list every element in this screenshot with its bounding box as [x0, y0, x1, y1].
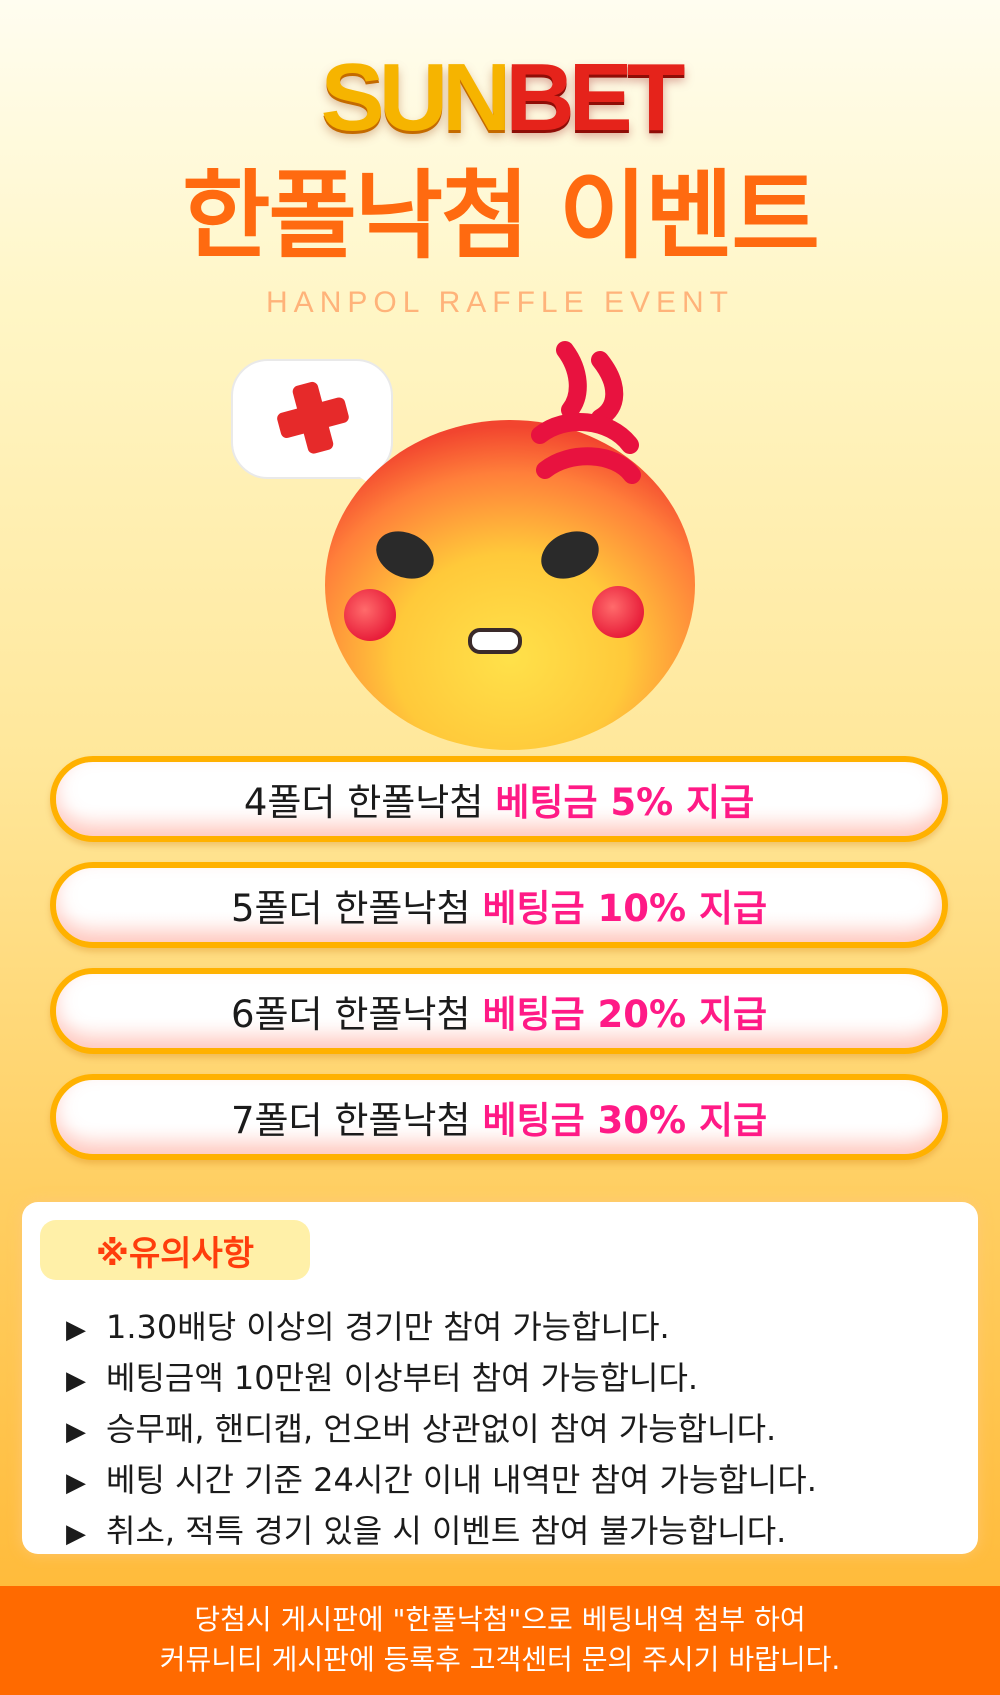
notice-text: 승무패, 핸디캡, 언오버 상관없이 참여 가능합니다. — [106, 1410, 777, 1448]
event-title: 한폴낙첨 이벤트 — [182, 160, 820, 272]
sunbet-logo: SUNBET — [0, 50, 1000, 146]
footer-line-2: 커뮤니티 게시판에 등록후 고객센터 문의 주시기 바랍니다. — [159, 1643, 841, 1676]
tier-reward: 베팅금 10% 지급 — [482, 887, 768, 930]
notice-item: ▶ 1.30배당 이상의 경기만 참여 가능합니다. — [66, 1302, 817, 1353]
bullet-arrow-icon: ▶ — [66, 1417, 86, 1447]
tier-reward: 베팅금 30% 지급 — [482, 1099, 768, 1142]
notice-item: ▶ 베팅금액 10만원 이상부터 참여 가능합니다. — [66, 1353, 817, 1404]
anger-symbol-icon — [531, 341, 641, 484]
tier-reward: 베팅금 20% 지급 — [482, 993, 768, 1036]
notice-text: 취소, 적특 경기 있을 시 이벤트 참여 불가능합니다. — [106, 1512, 787, 1550]
bullet-arrow-icon: ▶ — [66, 1366, 86, 1396]
tier-7-fold: 7폴더 한폴낙첨 베팅금 30% 지급 — [50, 1074, 948, 1160]
bullet-arrow-icon: ▶ — [66, 1468, 86, 1498]
notice-item: ▶ 베팅 시간 기준 24시간 이내 내역만 참여 가능합니다. — [66, 1455, 817, 1506]
tier-label: 7폴더 한폴낙첨 — [230, 1099, 471, 1142]
logo-part-sun: SUN — [320, 44, 512, 151]
footer-banner: 당첨시 게시판에 "한폴낙첨"으로 베팅내역 첨부 하여 커뮤니티 게시판에 등… — [0, 1586, 1000, 1695]
tier-label: 6폴더 한폴낙첨 — [230, 993, 471, 1036]
tier-4-fold: 4폴더 한폴낙첨 베팅금 5% 지급 — [50, 756, 948, 842]
tier-reward: 베팅금 5% 지급 — [495, 781, 755, 824]
footer-line-1: 당첨시 게시판에 "한폴낙첨"으로 베팅내역 첨부 하여 — [194, 1603, 806, 1636]
notice-item: ▶ 취소, 적특 경기 있을 시 이벤트 참여 불가능합니다. — [66, 1506, 817, 1557]
notice-panel: ※유의사항 ▶ 1.30배당 이상의 경기만 참여 가능합니다. ▶ 베팅금액 10… — [22, 1202, 978, 1554]
angry-emoji-icon — [231, 341, 695, 750]
logo-part-bet: BET — [505, 44, 685, 151]
bullet-arrow-icon: ▶ — [66, 1315, 86, 1345]
notice-text: 베팅 시간 기준 24시간 이내 내역만 참여 가능합니다. — [106, 1461, 817, 1499]
notice-text: 베팅금액 10만원 이상부터 참여 가능합니다. — [106, 1359, 699, 1397]
tier-5-fold: 5폴더 한폴낙첨 베팅금 10% 지급 — [50, 862, 948, 948]
event-subtitle: HANPOL RAFFLE EVENT — [266, 286, 734, 319]
notice-text: 1.30배당 이상의 경기만 참여 가능합니다. — [106, 1308, 670, 1346]
notice-heading: ※유의사항 — [40, 1220, 310, 1280]
tier-6-fold: 6폴더 한폴낙첨 베팅금 20% 지급 — [50, 968, 948, 1054]
tier-label: 4폴더 한폴낙첨 — [243, 781, 484, 824]
tier-label: 5폴더 한폴낙첨 — [230, 887, 471, 930]
notice-list: ▶ 1.30배당 이상의 경기만 참여 가능합니다. ▶ 베팅금액 10만원 이상부… — [66, 1302, 817, 1557]
notice-item: ▶ 승무패, 핸디캡, 언오버 상관없이 참여 가능합니다. — [66, 1404, 817, 1455]
bullet-arrow-icon: ▶ — [66, 1519, 86, 1549]
